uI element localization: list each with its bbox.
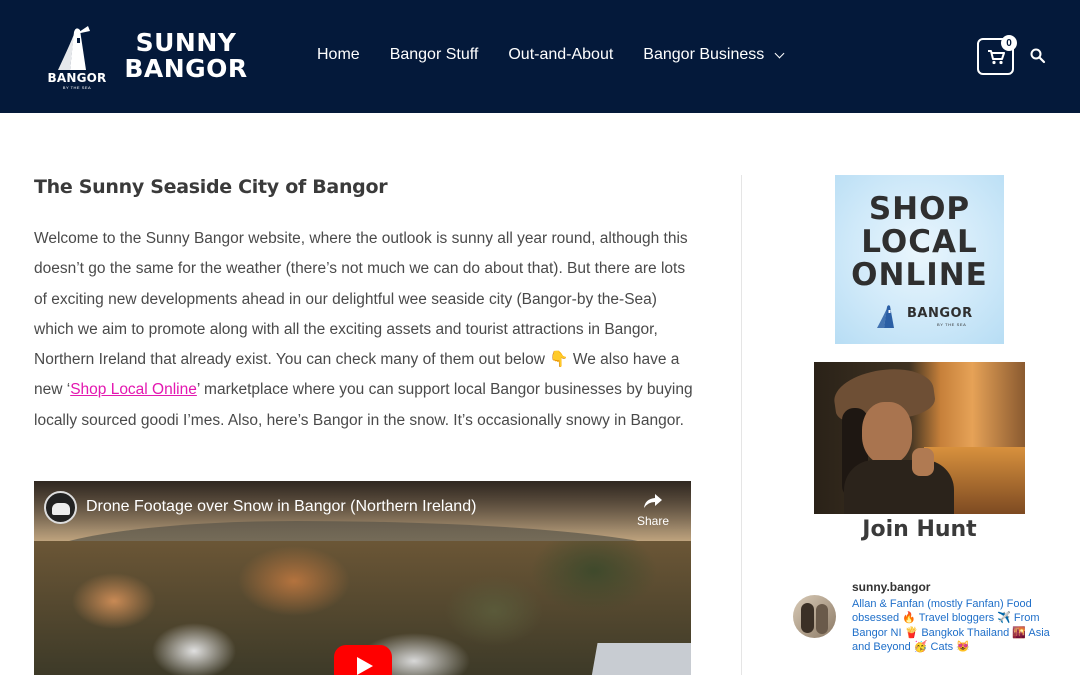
nav-home-label: Home — [317, 46, 360, 63]
nav-out-and-about-label: Out-and-About — [508, 46, 614, 63]
nav-bangor-stuff[interactable]: Bangor Stuff — [390, 46, 479, 64]
shop-local-online-banner[interactable]: SHOP LOCAL ONLINE BANGOR BY THE SEA — [835, 175, 1004, 344]
logo-subtext: BY THE SEA — [62, 85, 92, 90]
search-button[interactable] — [1030, 48, 1046, 64]
shop-ad-line1: SHOP — [868, 191, 971, 227]
share-button[interactable]: Share — [632, 493, 674, 528]
intro-paragraph: Welcome to the Sunny Bangor website, whe… — [34, 224, 700, 436]
site-title-line1: SUNNY — [135, 28, 237, 57]
main-nav: Home Bangor Stuff Out-and-About Bangor B… — [317, 46, 785, 64]
hand — [912, 448, 934, 476]
shop-ad-logo: BANGOR BY THE SEA — [875, 301, 975, 328]
shop-ad-headline: SHOP LOCAL ONLINE — [835, 193, 1004, 292]
instagram-username[interactable]: sunny.bangor — [852, 580, 930, 594]
youtube-video-embed[interactable]: Drone Footage over Snow in Bangor (North… — [34, 481, 691, 675]
page-title: The Sunny Seaside City of Bangor — [34, 176, 388, 198]
join-hunt-image[interactable] — [814, 362, 1025, 514]
nav-out-and-about[interactable]: Out-and-About — [508, 46, 613, 64]
nav-home[interactable]: Home — [317, 46, 360, 64]
shop-ad-brand: BANGOR — [907, 306, 973, 321]
shop-local-online-link[interactable]: Shop Local Online — [70, 381, 197, 398]
chevron-down-icon[interactable] — [774, 48, 785, 58]
cart-count-badge: 0 — [1001, 35, 1017, 51]
intro-text-1: Welcome to the Sunny Bangor website, whe… — [34, 230, 688, 369]
video-title[interactable]: Drone Footage over Snow in Bangor (North… — [86, 498, 476, 516]
channel-avatar[interactable] — [44, 491, 77, 524]
logo-text: BANGOR — [47, 71, 107, 85]
site-title[interactable]: SUNNY BANGOR — [124, 30, 248, 82]
site-title-line2: BANGOR — [124, 54, 248, 83]
shop-ad-line2: LOCAL — [861, 224, 978, 260]
nav-bangor-business-label: Bangor Business — [643, 46, 765, 63]
site-header: BANGOR BY THE SEA SUNNY BANGOR Home Bang… — [0, 0, 1080, 113]
bangor-logo[interactable]: BANGOR BY THE SEA — [44, 22, 110, 90]
sidebar-divider — [741, 175, 742, 675]
video-thumbnail-house — [590, 643, 691, 675]
cart-icon — [987, 49, 1005, 64]
lighthouse-icon — [877, 305, 894, 328]
nav-bangor-business[interactable]: Bangor Business — [643, 46, 785, 64]
share-icon — [644, 494, 662, 508]
pointing-down-emoji: 👇 — [549, 351, 569, 369]
nav-bangor-stuff-label: Bangor Stuff — [389, 46, 479, 63]
instagram-avatar[interactable] — [793, 595, 836, 638]
join-hunt-title[interactable]: Join Hunt — [814, 517, 1025, 542]
play-button[interactable] — [334, 645, 392, 675]
search-icon — [1030, 48, 1046, 64]
coat — [844, 460, 954, 514]
instagram-bio: Allan & Fanfan (mostly Fanfan) Food obse… — [852, 598, 1050, 653]
shop-ad-line3: ONLINE — [851, 257, 988, 293]
face — [862, 402, 912, 464]
lighthouse-icon — [58, 26, 90, 70]
shop-ad-brand-sub: BY THE SEA — [937, 322, 967, 327]
cart-button[interactable]: 0 — [977, 35, 1017, 75]
share-label: Share — [636, 514, 670, 528]
